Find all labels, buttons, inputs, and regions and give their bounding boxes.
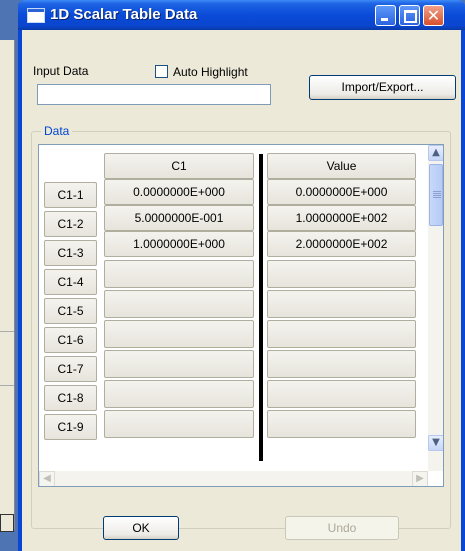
table-cell-value[interactable]: 2.0000000E+002 [267, 231, 416, 257]
maximize-icon [404, 10, 417, 23]
row-header[interactable]: C1-8 [44, 385, 97, 411]
auto-highlight-label[interactable]: Auto Highlight [173, 65, 248, 79]
maximize-button[interactable] [399, 5, 420, 26]
input-data-field[interactable] [37, 84, 271, 105]
row-header[interactable]: C1-6 [44, 327, 97, 353]
background-window-edge [0, 40, 15, 530]
row-header[interactable]: C1-2 [44, 211, 97, 237]
minimize-icon [381, 18, 388, 21]
row-header[interactable]: C1-4 [44, 269, 97, 295]
grip-line [433, 191, 441, 192]
data-group-title: Data [41, 124, 73, 138]
row-header[interactable]: C1-7 [44, 356, 97, 382]
background-button [0, 514, 14, 532]
table-cell-value[interactable] [267, 320, 416, 348]
row-header[interactable]: C1-3 [44, 240, 97, 266]
table-cell-c1[interactable] [104, 320, 254, 348]
auto-highlight-checkbox[interactable] [155, 65, 168, 78]
scroll-up-button[interactable]: ▲ [428, 145, 443, 161]
close-button[interactable]: ✕ [423, 5, 444, 26]
undo-button[interactable]: Undo [285, 516, 399, 540]
grip-line [433, 195, 441, 196]
dialog-window: 1D Scalar Table Data ✕ Input Data Auto H… [18, 0, 465, 551]
chevron-up-icon: ▲ [432, 147, 440, 158]
column-divider [259, 154, 263, 461]
table-cell-value[interactable]: 0.0000000E+000 [267, 179, 416, 205]
import-export-button[interactable]: Import/Export... [309, 75, 456, 100]
row-header[interactable]: C1-5 [44, 298, 97, 324]
scroll-right-button[interactable]: ▶ [412, 471, 428, 486]
table-cell-value[interactable] [267, 350, 416, 378]
grip-line [433, 197, 441, 198]
chevron-left-icon: ◀ [43, 473, 51, 484]
chevron-right-icon: ▶ [416, 473, 424, 484]
table-cell-value[interactable] [267, 380, 416, 408]
horizontal-scrollbar[interactable]: ◀ ▶ [39, 471, 428, 486]
background-divider [0, 385, 14, 386]
chevron-down-icon: ▼ [432, 437, 440, 448]
vertical-scrollbar[interactable]: ▲ ▼ [428, 145, 443, 471]
row-header[interactable]: C1-9 [44, 414, 97, 440]
row-header[interactable]: C1-1 [44, 182, 97, 208]
table-cell-c1[interactable]: 5.0000000E-001 [104, 205, 254, 231]
scroll-down-button[interactable]: ▼ [428, 435, 443, 451]
column-header-value[interactable]: Value [267, 153, 416, 179]
column-header-c1[interactable]: C1 [104, 153, 254, 179]
table-cell-c1[interactable] [104, 290, 254, 318]
table-cell-c1[interactable]: 1.0000000E+000 [104, 231, 254, 257]
dialog-body: Input Data Auto Highlight Import/Export.… [22, 30, 461, 551]
title-bar[interactable]: 1D Scalar Table Data ✕ [18, 0, 465, 30]
minimize-button[interactable] [375, 5, 396, 26]
table-cell-c1[interactable] [104, 410, 254, 438]
table-cell-c1[interactable]: 0.0000000E+000 [104, 179, 254, 205]
table-cell-c1[interactable] [104, 380, 254, 408]
window-icon [27, 8, 45, 23]
table-cell-value[interactable] [267, 290, 416, 318]
table-cell-value[interactable]: 1.0000000E+002 [267, 205, 416, 231]
table-cell-c1[interactable] [104, 350, 254, 378]
table-cell-c1[interactable] [104, 260, 254, 288]
scroll-left-button[interactable]: ◀ [39, 471, 55, 486]
data-table[interactable]: C1 Value C1-1 0.0000000E+000 0.0000000E+… [38, 144, 444, 487]
background-divider [0, 331, 14, 332]
table-cell-value[interactable] [267, 410, 416, 438]
vertical-scroll-thumb[interactable] [429, 164, 443, 226]
window-title: 1D Scalar Table Data [50, 6, 198, 23]
grip-line [433, 193, 441, 194]
input-data-label: Input Data [33, 64, 89, 78]
close-icon: ✕ [426, 6, 441, 25]
table-cell-value[interactable] [267, 260, 416, 288]
ok-button[interactable]: OK [103, 516, 179, 540]
